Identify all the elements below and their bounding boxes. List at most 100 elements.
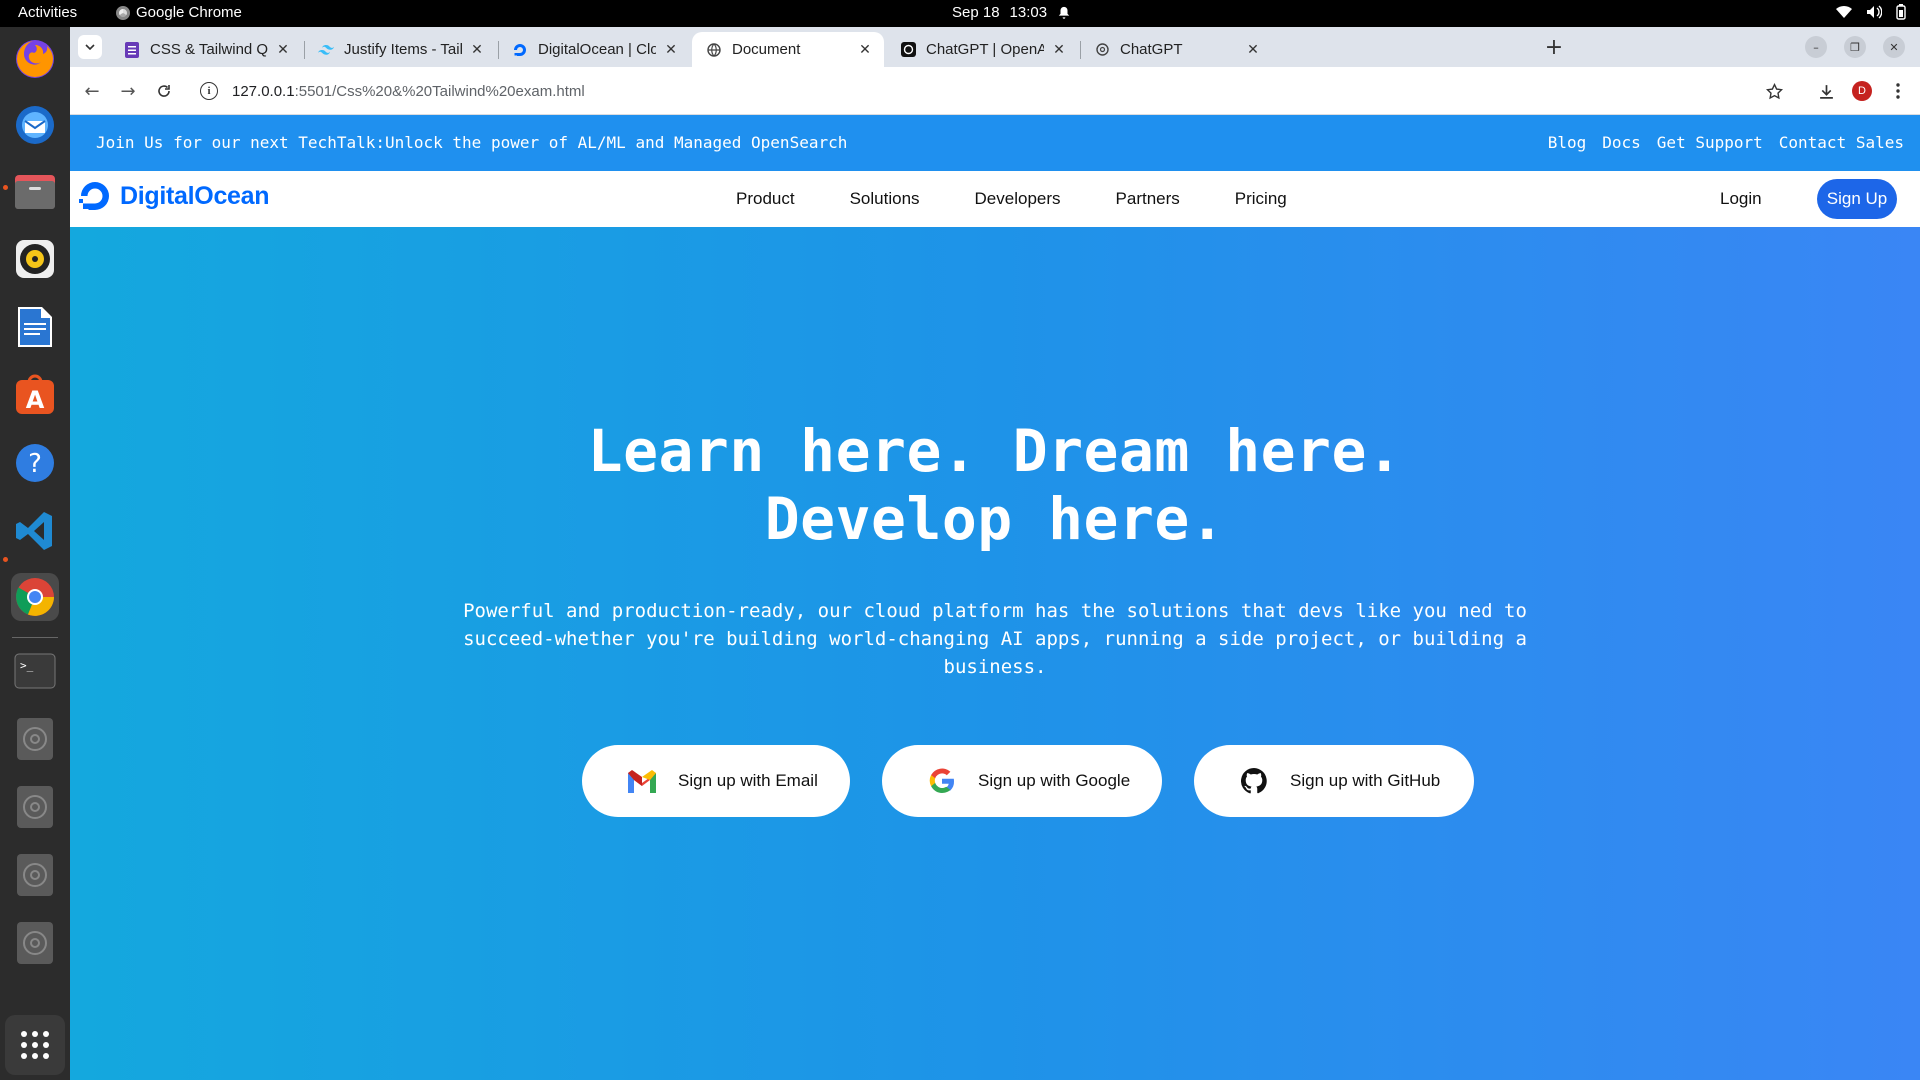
tab-chatgpt[interactable]: ChatGPT ✕	[1080, 32, 1272, 67]
bell-icon	[1058, 6, 1070, 19]
url-text: 127.0.0.1:5501/Css%20&%20Tailwind%20exam…	[232, 83, 585, 100]
dock-thunderbird[interactable]	[11, 101, 59, 149]
forms-icon	[124, 41, 140, 58]
dock-vscode[interactable]	[11, 507, 59, 555]
dock-rhythmbox[interactable]	[11, 235, 59, 283]
dock-disc-2[interactable]	[11, 783, 59, 831]
openai-icon	[1094, 42, 1110, 58]
files-icon	[15, 175, 55, 209]
clock[interactable]: Sep 18 13:03	[952, 4, 1071, 21]
clock-time: 13:03	[1009, 4, 1048, 21]
close-icon[interactable]: ✕	[856, 41, 874, 59]
logo[interactable]: DigitalOcean	[78, 179, 270, 213]
browser-toolbar: ← → i 127.0.0.1:5501/Css%20&%20Tailwind%…	[70, 67, 1920, 115]
signup-email-button[interactable]: Sign up with Email	[582, 745, 850, 817]
hero-heading-line-2: Develop here.	[764, 485, 1226, 553]
firefox-icon	[16, 40, 54, 78]
tab-document[interactable]: Document ✕	[692, 32, 884, 67]
dock-disc-4[interactable]	[11, 919, 59, 967]
new-tab-button[interactable]: +	[1542, 35, 1566, 60]
gmail-icon	[626, 765, 658, 797]
dock-firefox[interactable]	[11, 35, 59, 83]
close-icon[interactable]: ✕	[1244, 41, 1262, 59]
dock-writer[interactable]	[11, 303, 59, 351]
minimize-icon: –	[1813, 40, 1819, 54]
url-host: 127.0.0.1	[232, 82, 295, 100]
bookmark-button[interactable]	[1762, 79, 1786, 103]
activities-button[interactable]: Activities	[18, 4, 77, 21]
dock-chrome[interactable]	[11, 573, 59, 621]
system-tray[interactable]	[1836, 4, 1906, 20]
app-menu[interactable]: Google Chrome	[116, 4, 242, 21]
tab-chatgpt-openai[interactable]: ChatGPT | OpenAI ✕	[886, 32, 1078, 67]
vscode-icon	[16, 512, 52, 550]
nav-pricing[interactable]: Pricing	[1235, 189, 1287, 209]
minimize-button[interactable]: –	[1805, 36, 1827, 58]
tab-title: Document	[732, 41, 801, 58]
close-icon[interactable]: ✕	[662, 41, 680, 59]
terminal-icon: >_	[14, 653, 56, 689]
tab-css-quiz[interactable]: CSS & Tailwind Quiz2 ✕	[110, 32, 302, 67]
battery-icon	[1896, 4, 1906, 20]
close-icon: ✕	[1889, 40, 1899, 54]
address-bar[interactable]: i 127.0.0.1:5501/Css%20&%20Tailwind%20ex…	[70, 73, 1850, 109]
link-contact-sales[interactable]: Contact Sales	[1779, 133, 1904, 152]
close-icon[interactable]: ✕	[274, 41, 292, 59]
brand-name: DigitalOcean	[120, 181, 270, 210]
main-nav: DigitalOcean Product Solutions Developer…	[70, 171, 1920, 227]
login-link[interactable]: Login	[1720, 189, 1762, 209]
maximize-button[interactable]: ❐	[1844, 36, 1866, 58]
dock-files[interactable]	[11, 167, 59, 215]
dock-app-center[interactable]: A	[11, 371, 59, 419]
nav-developers[interactable]: Developers	[975, 189, 1061, 209]
signup-google-button[interactable]: Sign up with Google	[882, 745, 1162, 817]
github-icon	[1238, 765, 1270, 797]
site-info-icon[interactable]: i	[200, 82, 218, 100]
tab-title: ChatGPT	[1120, 41, 1183, 58]
nav-product[interactable]: Product	[736, 189, 795, 209]
nav-partners[interactable]: Partners	[1116, 189, 1180, 209]
announcement-text[interactable]: Join Us for our next TechTalk:Unlock the…	[96, 133, 847, 152]
chrome-icon	[16, 578, 54, 616]
thunderbird-icon	[16, 106, 54, 144]
volume-icon	[1867, 5, 1882, 19]
show-apps-button[interactable]	[5, 1015, 65, 1075]
dock-disc-3[interactable]	[11, 851, 59, 899]
nav-links: Product Solutions Developers Partners Pr…	[736, 189, 1287, 209]
dock-disc-1[interactable]	[11, 715, 59, 763]
tab-strip: CSS & Tailwind Quiz2 ✕ Justify Items - T…	[70, 27, 1920, 67]
tailwind-icon	[318, 42, 334, 58]
dock-terminal[interactable]: >_	[11, 647, 59, 695]
hero-subtext: Powerful and production-ready, our cloud…	[463, 600, 1527, 678]
digitalocean-icon	[512, 42, 528, 58]
signup-github-button[interactable]: Sign up with GitHub	[1194, 745, 1474, 817]
announcement-bar: Join Us for our next TechTalk:Unlock the…	[70, 115, 1920, 171]
profile-button[interactable]: D	[1850, 79, 1874, 103]
tab-title: DigitalOcean | Cloud Infr	[538, 41, 656, 58]
signup-button[interactable]: Sign Up	[1817, 179, 1897, 219]
openai-icon	[900, 42, 916, 58]
tab-digitalocean[interactable]: DigitalOcean | Cloud Infr ✕	[498, 32, 690, 67]
writer-icon	[18, 307, 52, 347]
dock-help[interactable]: ?	[11, 439, 59, 487]
app-center-icon: A	[16, 374, 54, 414]
disc-icon	[17, 922, 53, 964]
app-name: Google Chrome	[136, 4, 242, 21]
nav-solutions[interactable]: Solutions	[850, 189, 920, 209]
download-icon	[1819, 84, 1833, 99]
system-top-bar: Activities Google Chrome Sep 18 13:03	[0, 0, 1920, 27]
tab-search-button[interactable]	[78, 35, 102, 59]
downloads-button[interactable]	[1814, 79, 1838, 103]
close-icon[interactable]: ✕	[468, 41, 486, 59]
url-path: :5501/Css%20&%20Tailwind%20exam.html	[294, 82, 585, 100]
svg-text:A: A	[26, 386, 45, 414]
close-icon[interactable]: ✕	[1050, 41, 1068, 59]
tab-title: Justify Items - Tailwind C	[344, 41, 462, 58]
link-blog[interactable]: Blog	[1548, 133, 1587, 152]
tab-tailwind[interactable]: Justify Items - Tailwind C ✕	[304, 32, 496, 67]
close-window-button[interactable]: ✕	[1883, 36, 1905, 58]
link-docs[interactable]: Docs	[1602, 133, 1641, 152]
menu-button[interactable]	[1886, 79, 1910, 103]
hero-heading-line-1: Learn here. Dream here.	[587, 417, 1403, 485]
link-get-support[interactable]: Get Support	[1657, 133, 1763, 152]
